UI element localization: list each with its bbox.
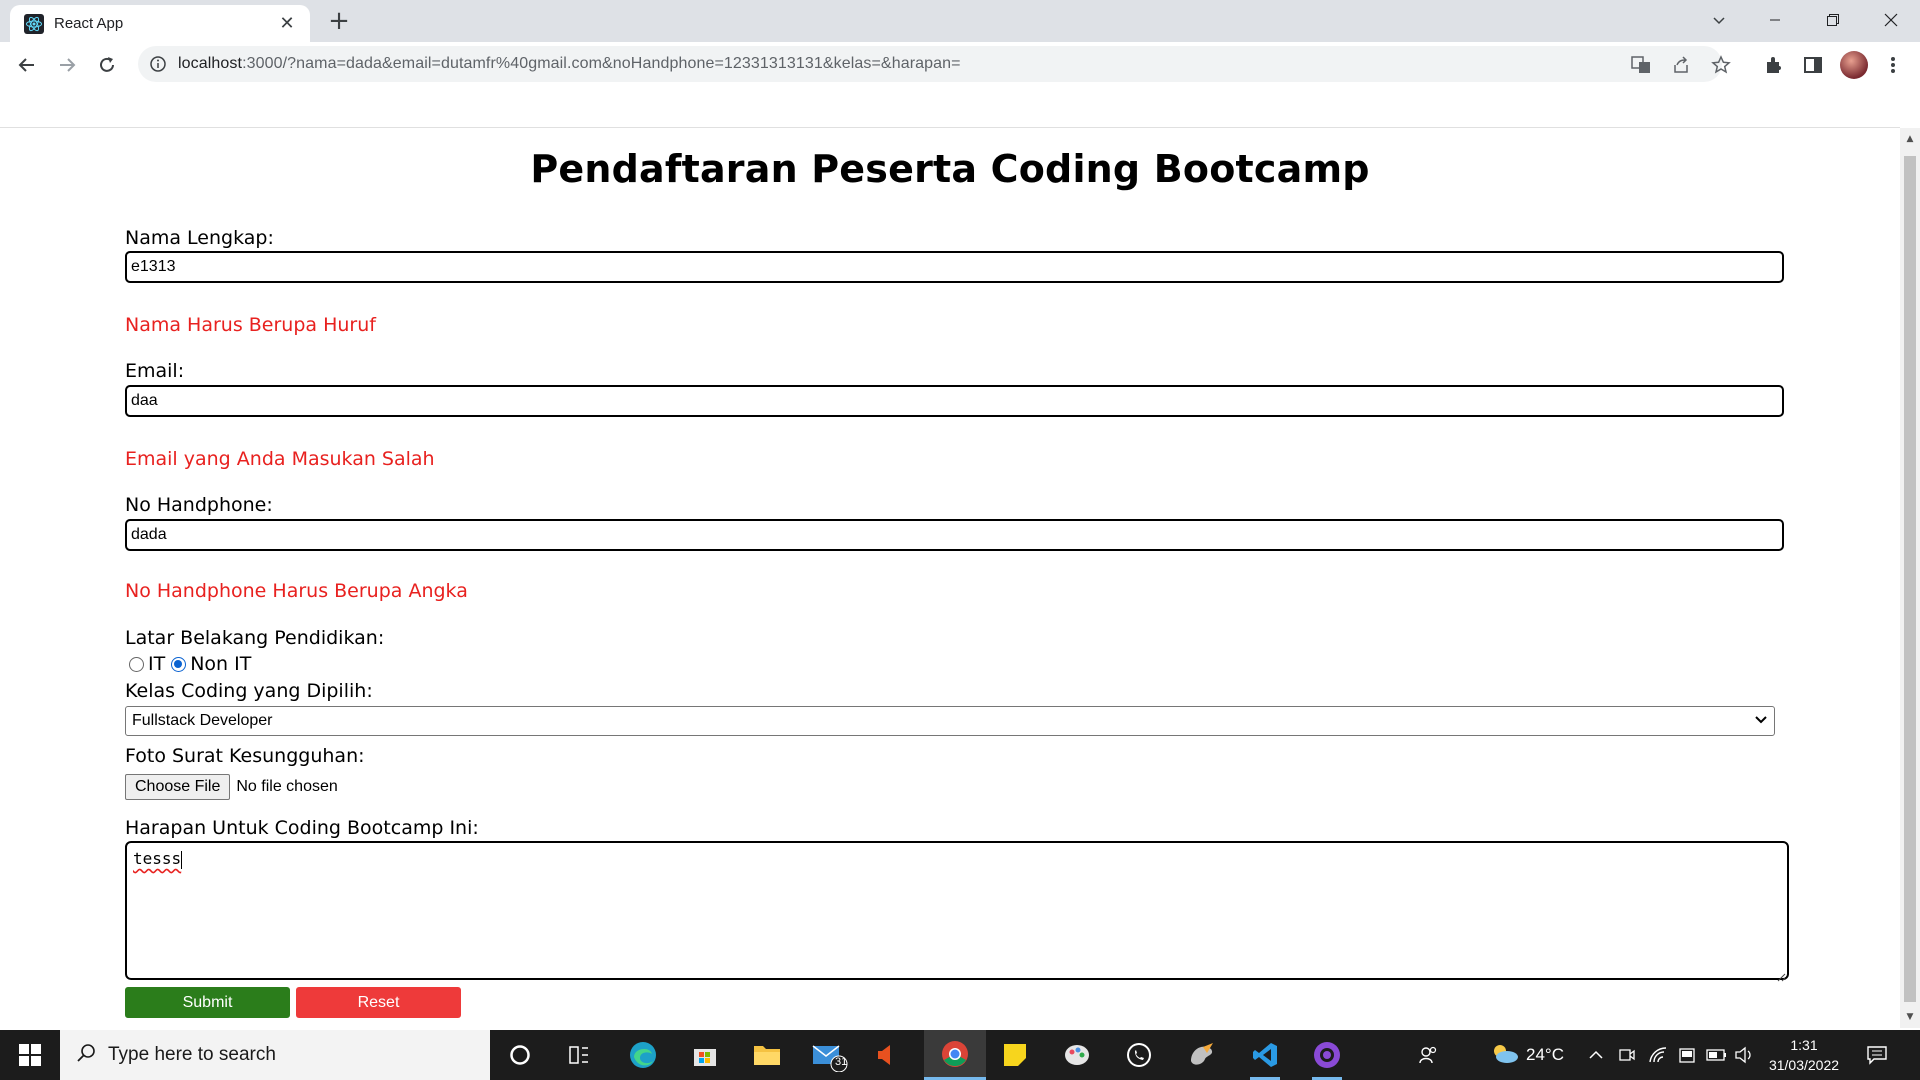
react-icon — [24, 13, 44, 34]
radio-it[interactable] — [129, 656, 144, 672]
clock-date: 31/03/2022 — [1768, 1057, 1840, 1073]
volume-icon[interactable] — [1734, 1030, 1754, 1080]
whatsapp-icon[interactable] — [1110, 1030, 1168, 1080]
paint-icon[interactable] — [1048, 1030, 1106, 1080]
harapan-label: Harapan Untuk Coding Bootcamp Ini: — [125, 817, 479, 839]
weather-widget[interactable]: 24°C — [1490, 1030, 1564, 1080]
url-host: localhost — [178, 55, 243, 72]
people-icon[interactable] — [1418, 1030, 1438, 1080]
kelas-label: Kelas Coding yang Dipilih: — [125, 680, 373, 702]
kelas-select[interactable]: Fullstack Developer — [125, 706, 1775, 736]
taskbar-search-box[interactable]: Type here to search — [60, 1030, 490, 1080]
kelas-selected-value: Fullstack Developer — [132, 712, 273, 729]
tab-title: React App — [54, 15, 124, 32]
back-icon[interactable] — [12, 50, 42, 80]
resize-handle-icon[interactable] — [1776, 967, 1786, 982]
foto-file-input: Choose File No file chosen — [125, 774, 338, 800]
translate-icon[interactable] — [1630, 54, 1652, 76]
share-icon[interactable] — [1670, 54, 1692, 76]
email-error: Email yang Anda Masukan Salah — [125, 448, 435, 470]
browser-toolbar: localhost:3000/?nama=dada&email=dutamfr%… — [0, 42, 1920, 87]
windows-start-icon[interactable] — [0, 1030, 60, 1080]
chrome-icon[interactable] — [924, 1030, 986, 1080]
foto-label: Foto Surat Kesungguhan: — [125, 745, 365, 767]
weather-cloud-icon — [1490, 1041, 1520, 1070]
hp-label: No Handphone: — [125, 494, 273, 516]
harapan-textarea[interactable]: tesss — [125, 841, 1789, 982]
meet-now-icon[interactable] — [1618, 1030, 1636, 1080]
clock-time: 1:31 — [1790, 1037, 1818, 1053]
show-hidden-icons-icon[interactable] — [1588, 1030, 1604, 1080]
minimize-icon[interactable] — [1752, 0, 1798, 40]
battery-icon[interactable] — [1706, 1030, 1728, 1080]
hp-input[interactable]: dada — [125, 519, 1784, 551]
menu-kebab-icon[interactable] — [1880, 52, 1906, 78]
mail-icon[interactable]: 31 — [800, 1030, 858, 1080]
microsoft-store-icon[interactable] — [676, 1030, 734, 1080]
file-explorer-icon[interactable] — [738, 1030, 796, 1080]
new-tab-button[interactable]: + — [324, 6, 354, 36]
page-scrollbar[interactable]: ▲ ▼ — [1900, 128, 1920, 1028]
file-status: No file chosen — [236, 778, 338, 795]
hp-error: No Handphone Harus Berupa Angka — [125, 580, 468, 602]
submit-button[interactable]: Submit — [125, 987, 290, 1018]
radio-non-it-label: Non IT — [190, 653, 252, 675]
extensions-icon[interactable] — [1760, 52, 1786, 78]
github-desktop-icon[interactable] — [1298, 1030, 1356, 1080]
tab-search-icon[interactable] — [1696, 0, 1742, 40]
text-caret — [181, 850, 183, 869]
harapan-text: tesss — [133, 849, 182, 868]
browser-tab[interactable]: React App ✕ — [10, 5, 310, 42]
nama-error: Nama Harus Berupa Huruf — [125, 314, 376, 336]
chevron-down-icon — [1754, 712, 1768, 730]
task-view-icon[interactable] — [550, 1030, 608, 1080]
forward-icon[interactable] — [52, 50, 82, 80]
windows-taskbar: Type here to search 31 24°C 1:31 31/03/2… — [0, 1030, 1920, 1080]
reset-button[interactable]: Reset — [296, 987, 461, 1018]
wifi-icon[interactable] — [1648, 1030, 1668, 1080]
nama-input[interactable]: e1313 — [125, 251, 1784, 283]
radio-non-it[interactable] — [171, 656, 187, 672]
temperature: 24°C — [1526, 1045, 1564, 1064]
nama-label: Nama Lengkap: — [125, 227, 274, 249]
email-label: Email: — [125, 360, 185, 382]
search-icon — [76, 1043, 96, 1067]
speaker-app-icon[interactable] — [858, 1030, 916, 1080]
paint3d-icon[interactable] — [1172, 1030, 1230, 1080]
sticky-notes-icon[interactable] — [986, 1030, 1044, 1080]
reload-icon[interactable] — [92, 50, 122, 80]
profile-avatar[interactable] — [1840, 51, 1868, 79]
edge-icon[interactable] — [614, 1030, 672, 1080]
site-info-icon[interactable] — [138, 56, 178, 72]
notification-center-icon[interactable] — [1866, 1030, 1888, 1080]
mail-badge: 31 — [835, 1056, 848, 1068]
scroll-up-icon[interactable]: ▲ — [1904, 132, 1916, 146]
choose-file-button[interactable]: Choose File — [125, 774, 231, 800]
page-title: Pendaftaran Peserta Coding Bootcamp — [530, 147, 1370, 191]
address-bar[interactable]: localhost:3000/?nama=dada&email=dutamfr%… — [138, 46, 1731, 82]
scroll-down-icon[interactable]: ▼ — [1904, 1010, 1916, 1024]
url-path: :3000/?nama=dada&email=dutamfr%40gmail.c… — [242, 55, 961, 72]
bookmark-star-icon[interactable] — [1710, 54, 1732, 76]
email-input[interactable]: daa — [125, 385, 1784, 417]
latar-label: Latar Belakang Pendidikan: — [125, 627, 385, 649]
cortana-icon[interactable] — [491, 1030, 549, 1080]
scroll-thumb[interactable] — [1904, 156, 1916, 1002]
close-tab-icon[interactable]: ✕ — [276, 13, 298, 34]
close-window-icon[interactable] — [1868, 0, 1914, 40]
restore-icon[interactable] — [1810, 0, 1856, 40]
search-placeholder: Type here to search — [108, 1044, 276, 1065]
tab-strip: React App ✕ + — [0, 0, 1920, 42]
system-clock[interactable]: 1:31 31/03/2022 — [1752, 1035, 1856, 1075]
page-content: Pendaftaran Peserta Coding Bootcamp Nama… — [0, 128, 1900, 1028]
storage-icon[interactable] — [1678, 1030, 1696, 1080]
side-panel-icon[interactable] — [1800, 52, 1826, 78]
latar-radio-group: IT Non IT — [129, 653, 251, 675]
vscode-icon[interactable] — [1236, 1030, 1294, 1080]
radio-it-label: IT — [148, 653, 166, 675]
url-text: localhost:3000/?nama=dada&email=dutamfr%… — [178, 55, 961, 73]
